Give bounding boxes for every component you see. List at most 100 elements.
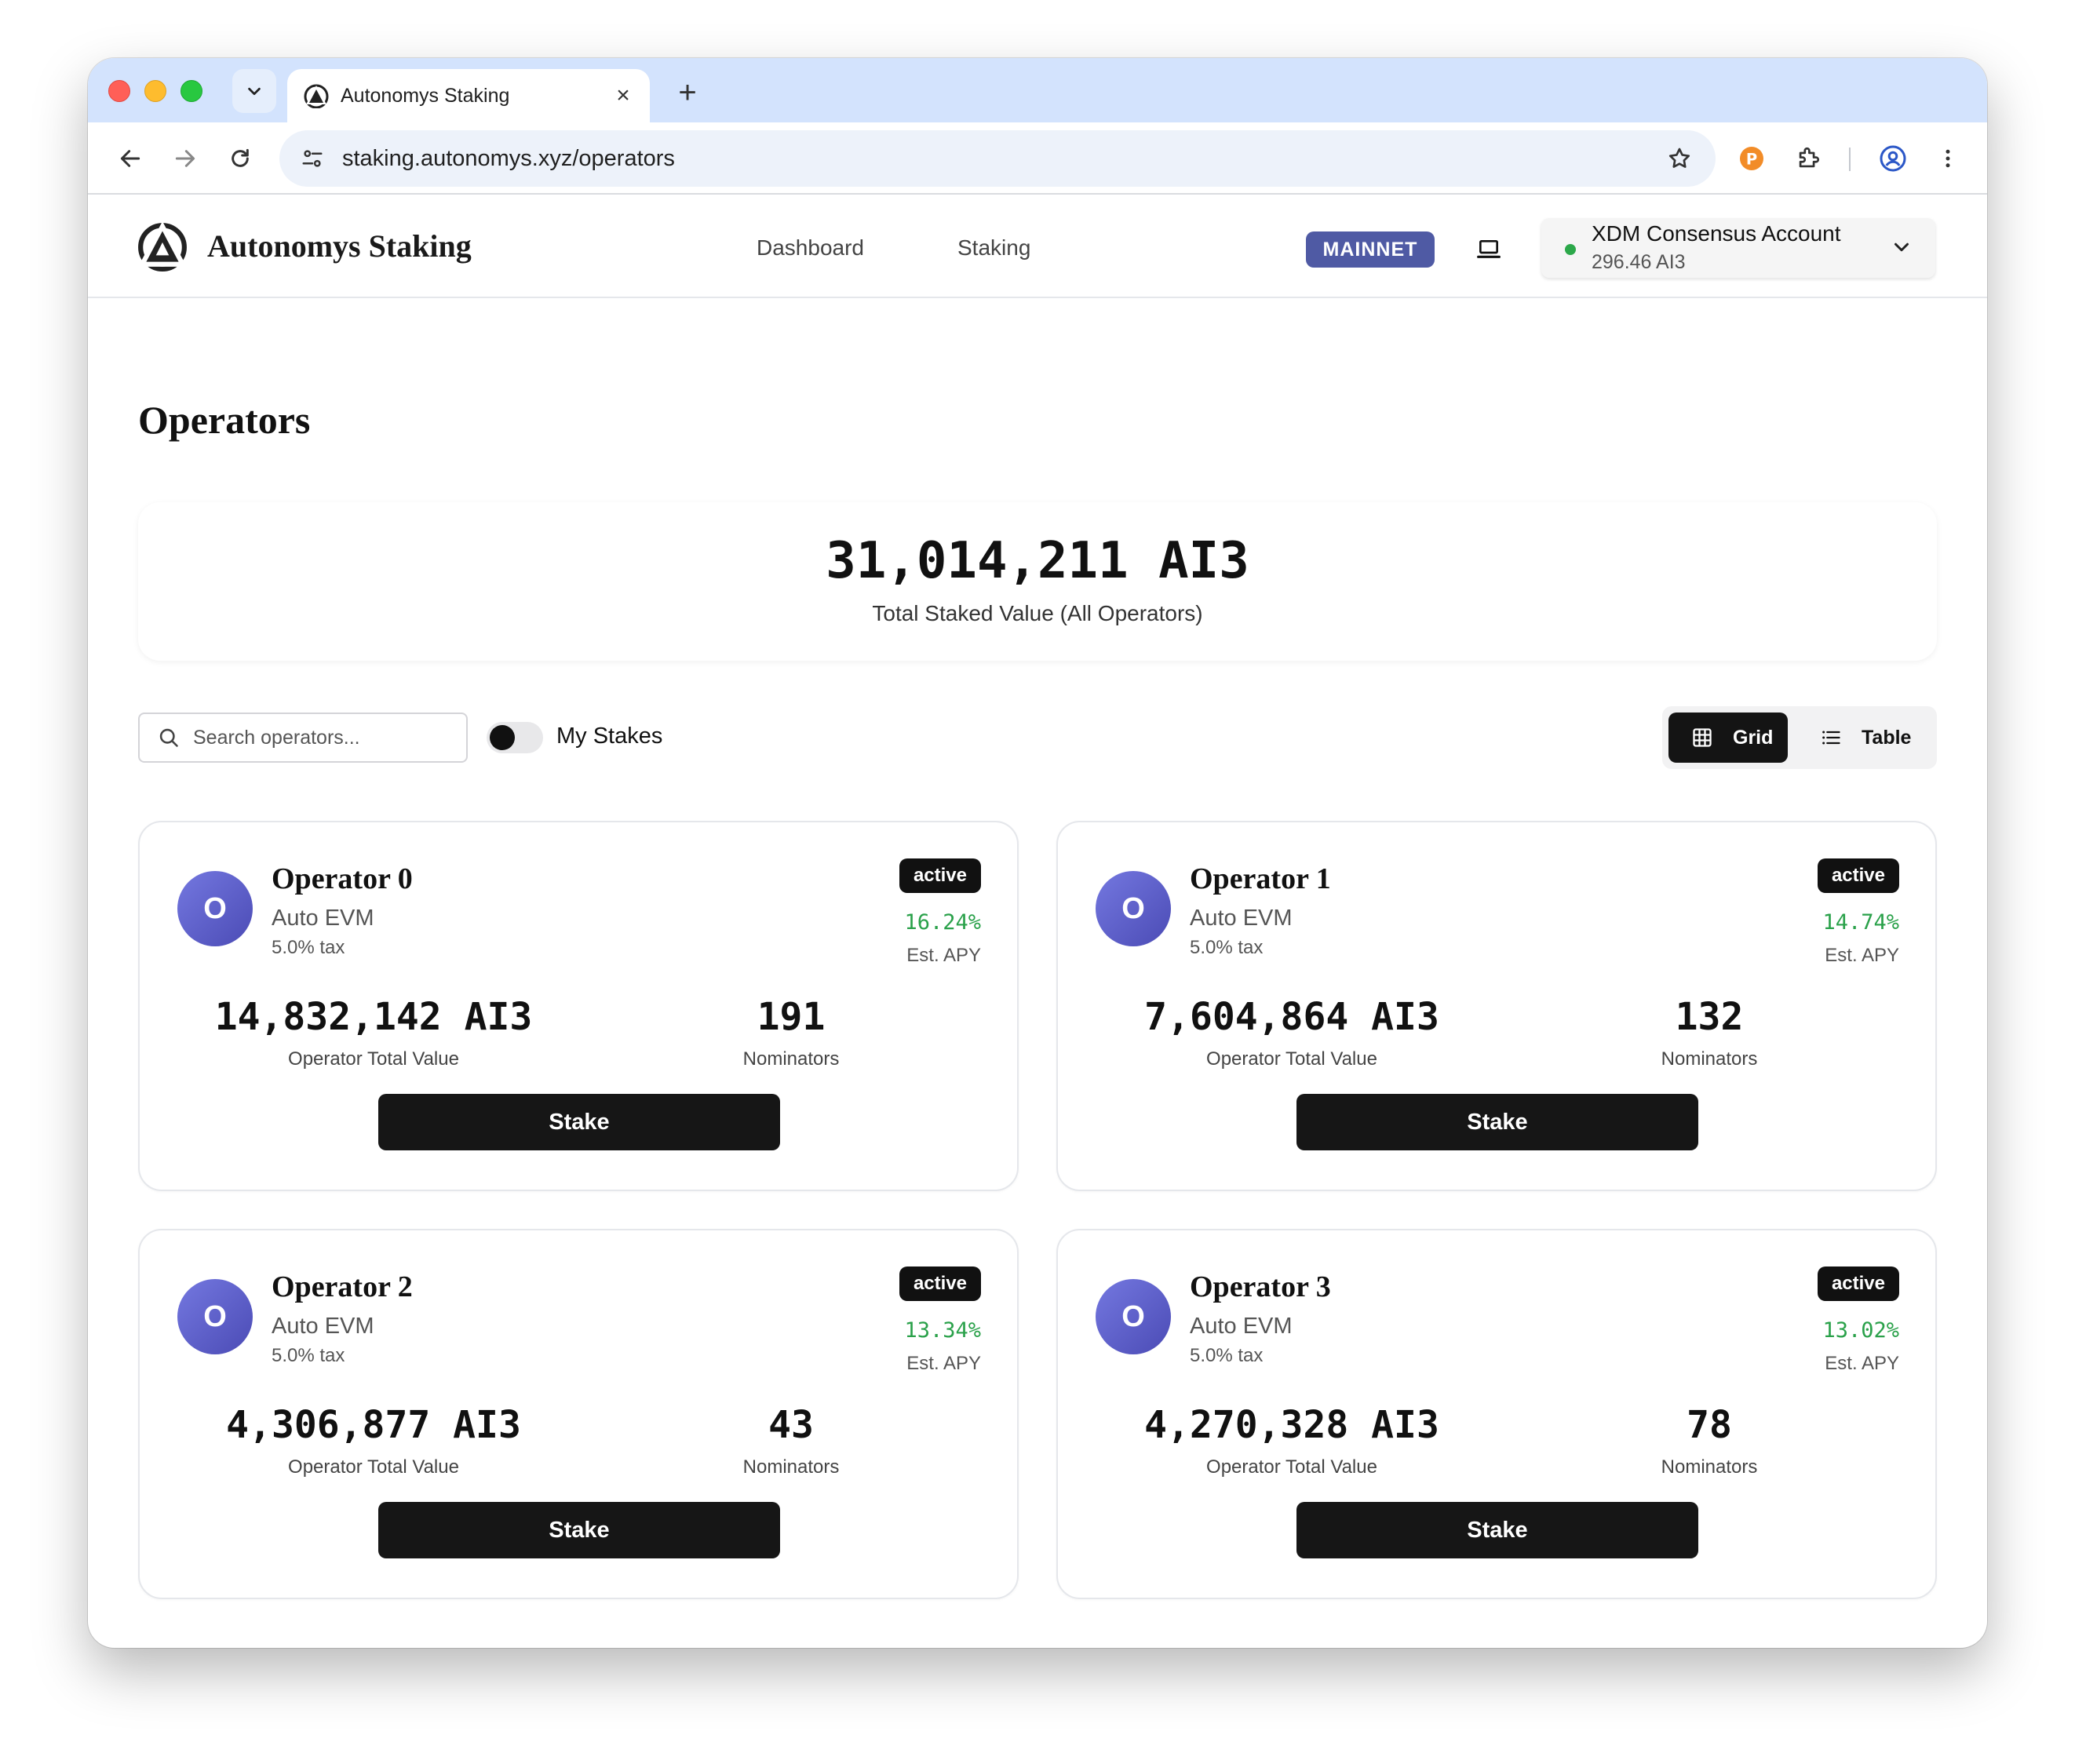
close-icon[interactable]: × <box>607 80 639 111</box>
view-grid-button[interactable]: Grid <box>1668 713 1788 763</box>
tab-bar: Autonomys Staking × + <box>88 58 1987 122</box>
account-balance: 296.46 AI3 <box>1592 251 1686 273</box>
grid-icon <box>1690 726 1714 749</box>
minimize-window-button[interactable] <box>144 80 166 102</box>
search-box[interactable] <box>138 713 468 763</box>
operator-tax: 5.0% tax <box>272 937 345 958</box>
svg-text:P: P <box>1746 151 1757 169</box>
account-name: XDM Consensus Account <box>1592 221 1841 246</box>
more-vert-icon[interactable] <box>1927 138 1968 179</box>
stake-button[interactable]: Stake <box>378 1094 780 1150</box>
stake-button[interactable]: Stake <box>1296 1094 1698 1150</box>
address-bar[interactable]: staking.autonomys.xyz/operators <box>279 130 1716 187</box>
avatar: O <box>177 871 253 946</box>
status-badge: active <box>1817 858 1899 893</box>
nav-link-dashboard[interactable]: Dashboard <box>757 235 864 261</box>
nominators-count: 191 <box>757 995 826 1039</box>
apy-value: 14.74% <box>1822 910 1899 935</box>
puzzle-icon[interactable] <box>1788 138 1829 179</box>
back-arrow-icon[interactable] <box>110 138 151 179</box>
list-icon <box>1819 726 1843 749</box>
url-text[interactable]: staking.autonomys.xyz/operators <box>342 146 1657 172</box>
app-header: Autonomys Staking Dashboard Staking MAIN… <box>88 196 1987 298</box>
search-input[interactable] <box>193 726 444 749</box>
tab-title: Autonomys Staking <box>341 84 510 107</box>
nominators-label: Nominators <box>1661 1456 1758 1478</box>
toggle-knob <box>490 725 515 750</box>
operator-total-value-label: Operator Total Value <box>288 1456 459 1478</box>
operator-card: O Operator 3 Auto EVM 5.0% tax active 13… <box>1056 1229 1937 1599</box>
view-table-button[interactable]: Table <box>1797 713 1931 763</box>
operator-total-value: 14,832,142 AI3 <box>214 995 533 1039</box>
plus-icon[interactable]: + <box>667 72 708 113</box>
status-badge: active <box>1817 1267 1899 1301</box>
network-badge[interactable]: MAINNET <box>1306 231 1435 268</box>
chevron-down-icon <box>248 87 261 96</box>
operator-total-value: 4,306,877 AI3 <box>226 1403 521 1447</box>
account-selector[interactable]: XDM Consensus Account 296.46 AI3 <box>1541 218 1935 278</box>
autonomys-logo-icon <box>303 82 330 109</box>
operator-name[interactable]: Operator 1 <box>1190 862 1331 896</box>
avatar: O <box>177 1279 253 1354</box>
operator-card: O Operator 2 Auto EVM 5.0% tax active 13… <box>138 1229 1019 1599</box>
connection-status-dot <box>1565 244 1576 255</box>
chevron-down-icon <box>1894 242 1909 252</box>
forward-arrow-icon[interactable] <box>165 138 206 179</box>
view-grid-label: Grid <box>1733 726 1774 749</box>
nominators-label: Nominators <box>1661 1048 1758 1070</box>
operator-card: O Operator 1 Auto EVM 5.0% tax active 14… <box>1056 821 1937 1191</box>
reload-icon[interactable] <box>220 138 261 179</box>
nominators-count: 43 <box>768 1403 814 1447</box>
profile-icon[interactable] <box>1873 138 1913 179</box>
view-switch: Grid Table <box>1662 706 1937 769</box>
apy-value: 16.24% <box>904 910 981 935</box>
browser-window: Autonomys Staking × + staking.autonomys.… <box>88 58 1987 1648</box>
tab-search-button[interactable] <box>232 69 276 113</box>
stake-button[interactable]: Stake <box>1296 1502 1698 1558</box>
total-staked-card: 31,014,211 AI3 Total Staked Value (All O… <box>138 502 1937 661</box>
apy-value: 13.02% <box>1822 1318 1899 1343</box>
autonomys-logo-icon[interactable] <box>137 220 188 272</box>
operator-total-value: 7,604,864 AI3 <box>1144 995 1439 1039</box>
brand-name[interactable]: Autonomys Staking <box>207 228 472 264</box>
site-settings-icon[interactable] <box>295 141 330 176</box>
my-stakes-label[interactable]: My Stakes <box>556 723 662 749</box>
operator-name[interactable]: Operator 0 <box>272 862 413 896</box>
apy-label: Est. APY <box>1825 945 1899 966</box>
page-title: Operators <box>138 398 311 442</box>
stake-button[interactable]: Stake <box>378 1502 780 1558</box>
operator-card: O Operator 0 Auto EVM 5.0% tax active 16… <box>138 821 1019 1191</box>
nominators-count: 78 <box>1687 1403 1732 1447</box>
extension-icon[interactable]: P <box>1731 138 1772 179</box>
apy-value: 13.34% <box>904 1318 981 1343</box>
operator-tax: 5.0% tax <box>1190 1345 1264 1366</box>
operator-tax: 5.0% tax <box>272 1345 345 1366</box>
laptop-icon[interactable] <box>1472 234 1505 265</box>
status-badge: active <box>899 1267 981 1301</box>
browser-tab[interactable]: Autonomys Staking × <box>287 69 650 122</box>
total-staked-label: Total Staked Value (All Operators) <box>872 601 1203 625</box>
operator-total-value-label: Operator Total Value <box>1206 1048 1377 1070</box>
operator-tax: 5.0% tax <box>1190 937 1264 958</box>
apy-label: Est. APY <box>906 1353 981 1374</box>
total-staked-value: 31,014,211 AI3 <box>826 532 1249 590</box>
star-icon[interactable] <box>1657 137 1701 180</box>
status-badge: active <box>899 858 981 893</box>
apy-label: Est. APY <box>906 945 981 966</box>
operator-name[interactable]: Operator 3 <box>1190 1270 1331 1304</box>
nominators-count: 132 <box>1675 995 1744 1039</box>
operator-name[interactable]: Operator 2 <box>272 1270 413 1304</box>
nav-link-staking[interactable]: Staking <box>957 235 1030 261</box>
operator-domain: Auto EVM <box>272 1314 374 1339</box>
operator-domain: Auto EVM <box>1190 1314 1293 1339</box>
close-window-button[interactable] <box>108 80 130 102</box>
my-stakes-toggle[interactable] <box>487 722 543 753</box>
avatar: O <box>1096 1279 1171 1354</box>
browser-toolbar: staking.autonomys.xyz/operators P <box>88 122 1987 195</box>
nominators-label: Nominators <box>742 1048 840 1070</box>
operator-domain: Auto EVM <box>1190 906 1293 931</box>
operator-total-value-label: Operator Total Value <box>288 1048 459 1070</box>
nominators-label: Nominators <box>742 1456 840 1478</box>
maximize-window-button[interactable] <box>181 80 202 102</box>
operator-domain: Auto EVM <box>272 906 374 931</box>
